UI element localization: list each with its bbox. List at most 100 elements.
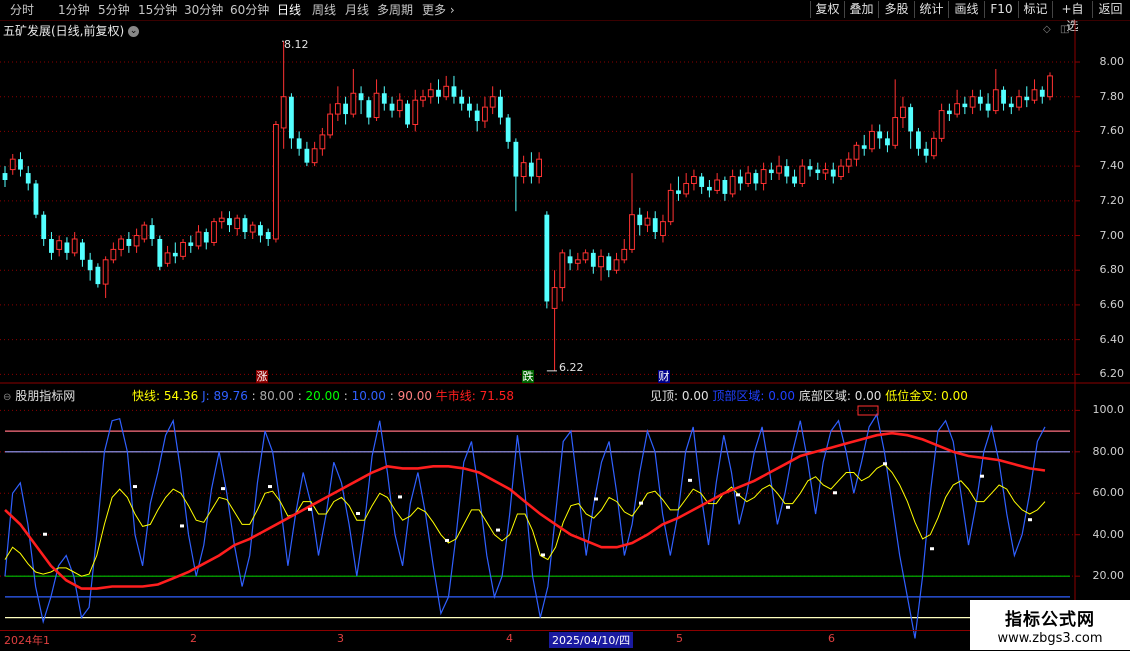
- time-label-6: 6: [828, 632, 835, 645]
- candle: [621, 238, 628, 264]
- candle-body: [396, 99, 403, 112]
- candle: [969, 89, 976, 115]
- signal-dot: [180, 524, 184, 528]
- candle-body: [164, 252, 171, 264]
- top-label: 见顶:: [650, 389, 679, 403]
- signal-dot: [398, 495, 402, 499]
- candle: [900, 96, 906, 128]
- candle-body: [498, 96, 503, 118]
- candle: [420, 89, 426, 108]
- candle: [830, 162, 836, 184]
- candle-body: [141, 224, 148, 240]
- candle-body: [1016, 96, 1022, 108]
- candle: [467, 96, 472, 118]
- candle-body: [334, 103, 341, 115]
- bull-value: 71.58: [479, 389, 515, 403]
- candle-body: [590, 252, 596, 267]
- candle-body: [180, 241, 186, 257]
- level2-value: 20.00: [305, 389, 340, 403]
- candle-body: [366, 100, 372, 118]
- candle: [126, 232, 132, 253]
- candle: [87, 252, 93, 281]
- candle-body: [606, 256, 612, 271]
- candle: [265, 228, 271, 246]
- candle: [992, 68, 999, 115]
- high-marker: 8.12: [284, 38, 309, 51]
- candle-body: [474, 110, 480, 122]
- level4-value: 90.00: [397, 389, 432, 403]
- candle: [33, 180, 39, 219]
- candle-body: [188, 242, 194, 246]
- candle-body: [729, 176, 736, 195]
- candle-body: [2, 173, 8, 181]
- candle-body: [938, 110, 945, 139]
- candle: [188, 235, 194, 253]
- candle: [590, 249, 596, 274]
- candle: [443, 75, 450, 101]
- event-fall-badge[interactable]: 跌: [522, 370, 534, 383]
- candle-body: [799, 165, 806, 184]
- price-tick-label: 7.80: [1099, 89, 1125, 103]
- candle-body: [9, 158, 16, 171]
- candle: [133, 228, 140, 253]
- candle: [141, 221, 148, 243]
- candle-body: [102, 259, 109, 285]
- signal-dot: [308, 507, 312, 511]
- price-tick-label: 6.20: [1099, 367, 1125, 381]
- event-finance-badge[interactable]: 财: [658, 370, 670, 383]
- candle-body: [629, 214, 635, 250]
- candle-body: [18, 159, 23, 170]
- price-tick-label: 7.00: [1099, 228, 1125, 242]
- candle-body: [350, 92, 357, 115]
- level3-value: 10.00: [351, 389, 386, 403]
- candle-body: [1024, 96, 1030, 101]
- indicator-signals: 见顶: 0.00 顶部区域: 0.00 底部区域: 0.00 低位金叉: 0.0…: [650, 387, 968, 404]
- signal-dot: [1028, 518, 1032, 522]
- candle: [567, 249, 573, 271]
- candle: [784, 159, 790, 184]
- watermark-logo: 指标公式网 www.zbgs3.com: [970, 600, 1130, 650]
- candle-body: [1047, 75, 1053, 98]
- indicator-tick-label: 80.00: [1092, 444, 1125, 458]
- candle-body: [427, 89, 434, 98]
- price-tick-label: 6.40: [1099, 332, 1125, 346]
- signal-dot: [688, 478, 692, 482]
- candle: [1047, 72, 1053, 101]
- signal-dot: [639, 501, 643, 505]
- candle: [80, 238, 85, 267]
- candle-body: [436, 89, 441, 97]
- candle: [892, 79, 899, 149]
- candle: [489, 86, 496, 115]
- candle-body: [489, 96, 496, 108]
- candle: [930, 131, 937, 160]
- candle: [164, 245, 171, 267]
- event-rise-badge[interactable]: 涨: [256, 370, 268, 383]
- kline-chart[interactable]: [0, 0, 1130, 650]
- candle-body: [582, 252, 589, 261]
- candle-body: [699, 176, 705, 187]
- candle: [760, 162, 767, 191]
- candle-body: [389, 103, 395, 111]
- indicator-name[interactable]: 股朋指标网: [15, 389, 75, 403]
- top-value: 0.00: [681, 389, 709, 403]
- candle: [249, 221, 256, 239]
- candle-body: [567, 256, 573, 264]
- price-tick-label: 7.40: [1099, 159, 1125, 173]
- candle-body: [815, 169, 821, 174]
- candle-body: [227, 218, 232, 226]
- candle: [110, 242, 117, 264]
- candle-body: [211, 221, 217, 243]
- candle-body: [249, 224, 256, 233]
- candle: [343, 96, 348, 125]
- indicator-toggle-icon[interactable]: ⊖: [3, 392, 11, 403]
- j-line: [4, 412, 1046, 639]
- candle-body: [954, 103, 961, 115]
- candle-body: [760, 169, 767, 184]
- candle-body: [459, 96, 465, 104]
- candle-body: [296, 138, 302, 149]
- signal-dot: [594, 497, 598, 501]
- candle-body: [644, 217, 651, 226]
- candle: [319, 127, 326, 156]
- candle: [954, 89, 961, 118]
- candle: [405, 100, 410, 128]
